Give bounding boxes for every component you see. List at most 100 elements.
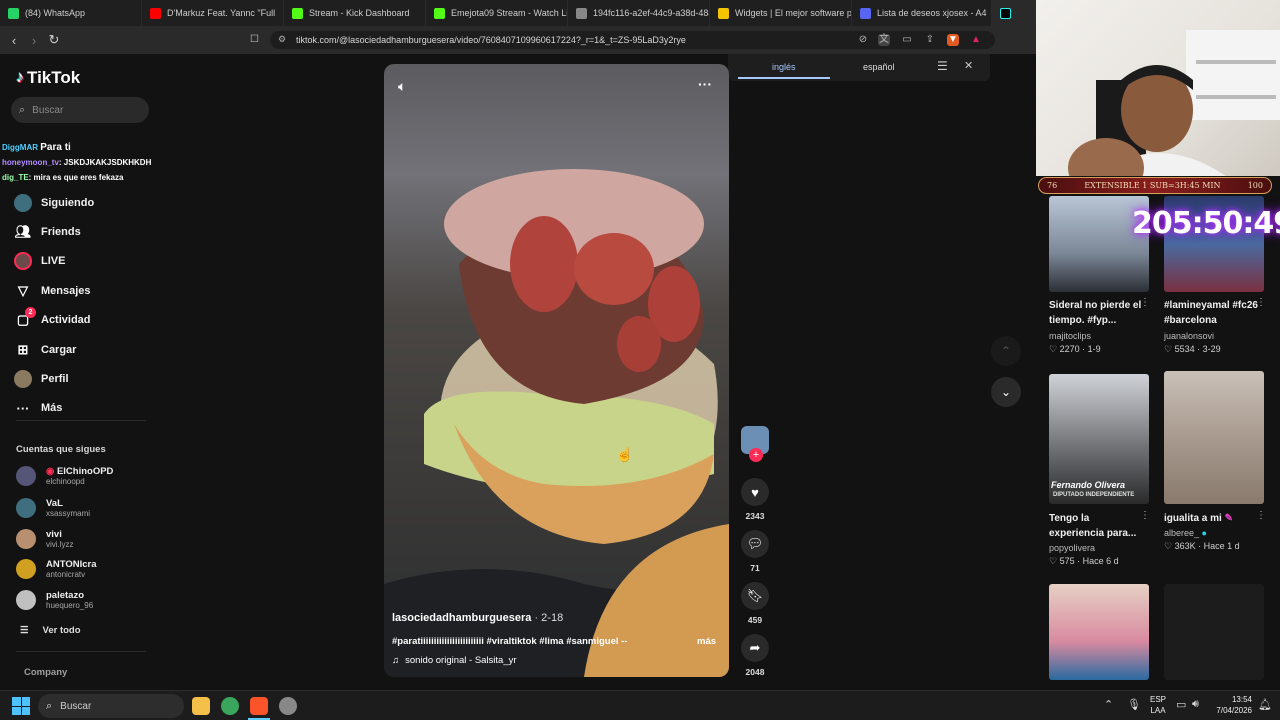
more-icon: ···	[16, 400, 30, 416]
previous-video-button[interactable]: ⌃	[991, 336, 1021, 366]
save-button[interactable]: 🔖︎ 459	[741, 582, 769, 625]
heart-outline-icon: ♡	[1164, 344, 1175, 354]
translate-to-tab[interactable]: español	[863, 62, 895, 72]
divider	[16, 651, 146, 652]
reload-button[interactable]: ↻	[44, 32, 64, 48]
video-title[interactable]: #lamineyamal #fc26 #barcelona	[1164, 298, 1260, 328]
nav-mas[interactable]: ··· Más	[14, 397, 63, 419]
company-link[interactable]: Company	[24, 667, 67, 678]
more-caption-button[interactable]: más	[697, 636, 716, 647]
nav-mensajes[interactable]: ▽ Mensajes	[14, 280, 91, 302]
card-more-icon[interactable]: ⋮	[1256, 297, 1266, 308]
video-title[interactable]: Tengo la experiencia para...	[1049, 511, 1145, 541]
nav-live[interactable]: LIVE	[14, 250, 65, 272]
video-stats: ♡ 575 · Hace 6 d	[1049, 556, 1119, 566]
brave-shield-icon[interactable]: ▼	[947, 34, 959, 46]
card-more-icon[interactable]: ⋮	[1140, 510, 1150, 521]
video-thumbnail[interactable]	[1164, 371, 1264, 504]
nav-actividad[interactable]: ▢ 2 Actividad	[14, 307, 91, 331]
heart-icon: ♥	[741, 478, 769, 506]
video-thumbnail[interactable]: Fernando Olivera DIPUTADO INDEPENDIENTE	[1049, 374, 1149, 504]
site-info-icon[interactable]: ⚙	[278, 34, 286, 45]
more-options-icon[interactable]: ···	[698, 76, 712, 92]
comment-button[interactable]: 💬︎ 71	[741, 530, 769, 573]
tab-tiktok-active[interactable]	[992, 0, 1036, 26]
video-title[interactable]: Sideral no pierde el tiempo. #fyp...	[1049, 298, 1145, 328]
back-button[interactable]: ‹	[4, 33, 24, 48]
following-item[interactable]: ◉ ElChinoOPD elchinoopd	[16, 466, 113, 486]
following-avatar-icon	[14, 194, 32, 212]
card-more-icon[interactable]: ⋮	[1256, 510, 1266, 521]
translate-from-tab[interactable]: inglés	[772, 62, 796, 72]
taskbar: ⌕ Buscar ⌃ 🎙︎ ESP LAA ▭ 🔊︎ 13:54 7/04/2026…	[0, 690, 1280, 720]
following-item[interactable]: paletazo huequero_96	[16, 590, 93, 610]
video-user[interactable]: alberee_ ●	[1164, 528, 1207, 538]
video-user[interactable]: popyolivera	[1049, 543, 1095, 553]
tab-kick-dashboard[interactable]: Stream - Kick Dashboard	[284, 0, 426, 26]
list-icon: ☰	[20, 625, 29, 636]
tab-kick-stream[interactable]: Emejota09 Stream - Watch Liv	[426, 0, 568, 26]
bookmark-icon[interactable]: ☐	[250, 34, 259, 45]
close-icon[interactable]: ✕	[964, 59, 973, 72]
avatar	[16, 529, 36, 549]
no-translate-icon[interactable]: ⊘	[857, 34, 869, 46]
video-thumbnail[interactable]	[1049, 584, 1149, 680]
video-user[interactable]: majitoclips	[1049, 331, 1091, 341]
windows-start-icon[interactable]	[12, 697, 30, 715]
tab-wishlist[interactable]: Lista de deseos xjosex - A4	[852, 0, 992, 26]
translate-icon[interactable]: 文	[878, 34, 890, 46]
like-button[interactable]: ♥ 2343	[741, 478, 769, 521]
file-explorer-icon[interactable]	[192, 697, 210, 715]
video-thumbnail[interactable]	[1164, 584, 1264, 680]
share-icon[interactable]: ⇪	[924, 34, 936, 46]
volume-icon[interactable]: 🔈︎	[398, 78, 406, 95]
taskbar-search[interactable]: ⌕ Buscar	[38, 694, 184, 718]
share-button[interactable]: ➦ 2048	[741, 634, 769, 677]
tab-whatsapp[interactable]: (84) WhatsApp	[0, 0, 142, 26]
bookmark-icon: 🔖︎	[741, 582, 769, 610]
following-item[interactable]: VaL xsassymami	[16, 498, 90, 518]
live-icon	[14, 252, 32, 270]
microphone-icon[interactable]: 🎙︎	[1127, 698, 1141, 711]
following-item[interactable]: ANTONIcra antonicratv	[16, 559, 97, 579]
cursor-icon: ☝	[616, 446, 634, 462]
tab-uuid[interactable]: 194fc116-a2ef-44c9-a38d-484	[568, 0, 710, 26]
divider	[16, 420, 146, 421]
video-date: 2-18	[541, 612, 564, 624]
tray-chevron-icon[interactable]: ⌃	[1104, 698, 1113, 711]
avatar	[16, 559, 36, 579]
author-avatar[interactable]: +	[741, 426, 769, 462]
tab-widgets[interactable]: Widgets | El mejor software pa	[710, 0, 852, 26]
forward-button[interactable]: ›	[24, 33, 44, 48]
brave-icon[interactable]	[250, 697, 268, 715]
cast-icon[interactable]: ▭	[901, 34, 913, 46]
network-icon[interactable]: ▭	[1176, 698, 1186, 711]
avatar	[16, 466, 36, 486]
video-author[interactable]: lasociedadhamburguesera	[392, 612, 531, 624]
video-title[interactable]: igualita a mi ✎	[1164, 511, 1260, 526]
next-video-button[interactable]: ⌄	[991, 377, 1021, 407]
nav-cargar[interactable]: ⊞ Cargar	[14, 339, 77, 361]
nav-friends[interactable]: 👥︎ Friends	[14, 221, 81, 243]
search-input[interactable]: ⌕ Buscar	[11, 97, 149, 123]
video-player[interactable]: 🔈︎ ··· lasociedadhamburguesera · 2-18 #p…	[384, 64, 729, 677]
brave-rewards-icon[interactable]: ▲	[970, 34, 982, 46]
following-item[interactable]: vivi vivi.lyzz	[16, 529, 74, 549]
card-more-icon[interactable]: ⋮	[1140, 297, 1150, 308]
input-language[interactable]: ESP LAA	[1150, 694, 1166, 716]
menu-icon[interactable]: ☰	[937, 59, 948, 73]
clock[interactable]: 13:54 7/04/2026	[1212, 694, 1252, 716]
notifications-icon[interactable]: 🔔︎	[1258, 698, 1272, 711]
app-icon[interactable]	[279, 697, 297, 715]
tab-youtube[interactable]: D'Markuz Feat. Yannc "Full	[142, 0, 284, 26]
chrome-icon[interactable]	[221, 697, 239, 715]
volume-icon[interactable]: 🔊︎	[1192, 698, 1199, 711]
kick-icon	[292, 7, 303, 19]
see-all-link[interactable]: ☰ Ver todo	[20, 625, 81, 636]
follow-plus-icon[interactable]: +	[749, 448, 763, 462]
tiktok-logo[interactable]: ♪ TikTok	[16, 68, 80, 88]
video-sound[interactable]: ♫ sonido original - Salsita_yr	[392, 655, 517, 666]
nav-perfil[interactable]: Perfil	[14, 368, 69, 390]
video-user[interactable]: juanalonsovi	[1164, 331, 1214, 341]
nav-siguiendo[interactable]: Siguiendo	[14, 192, 94, 214]
